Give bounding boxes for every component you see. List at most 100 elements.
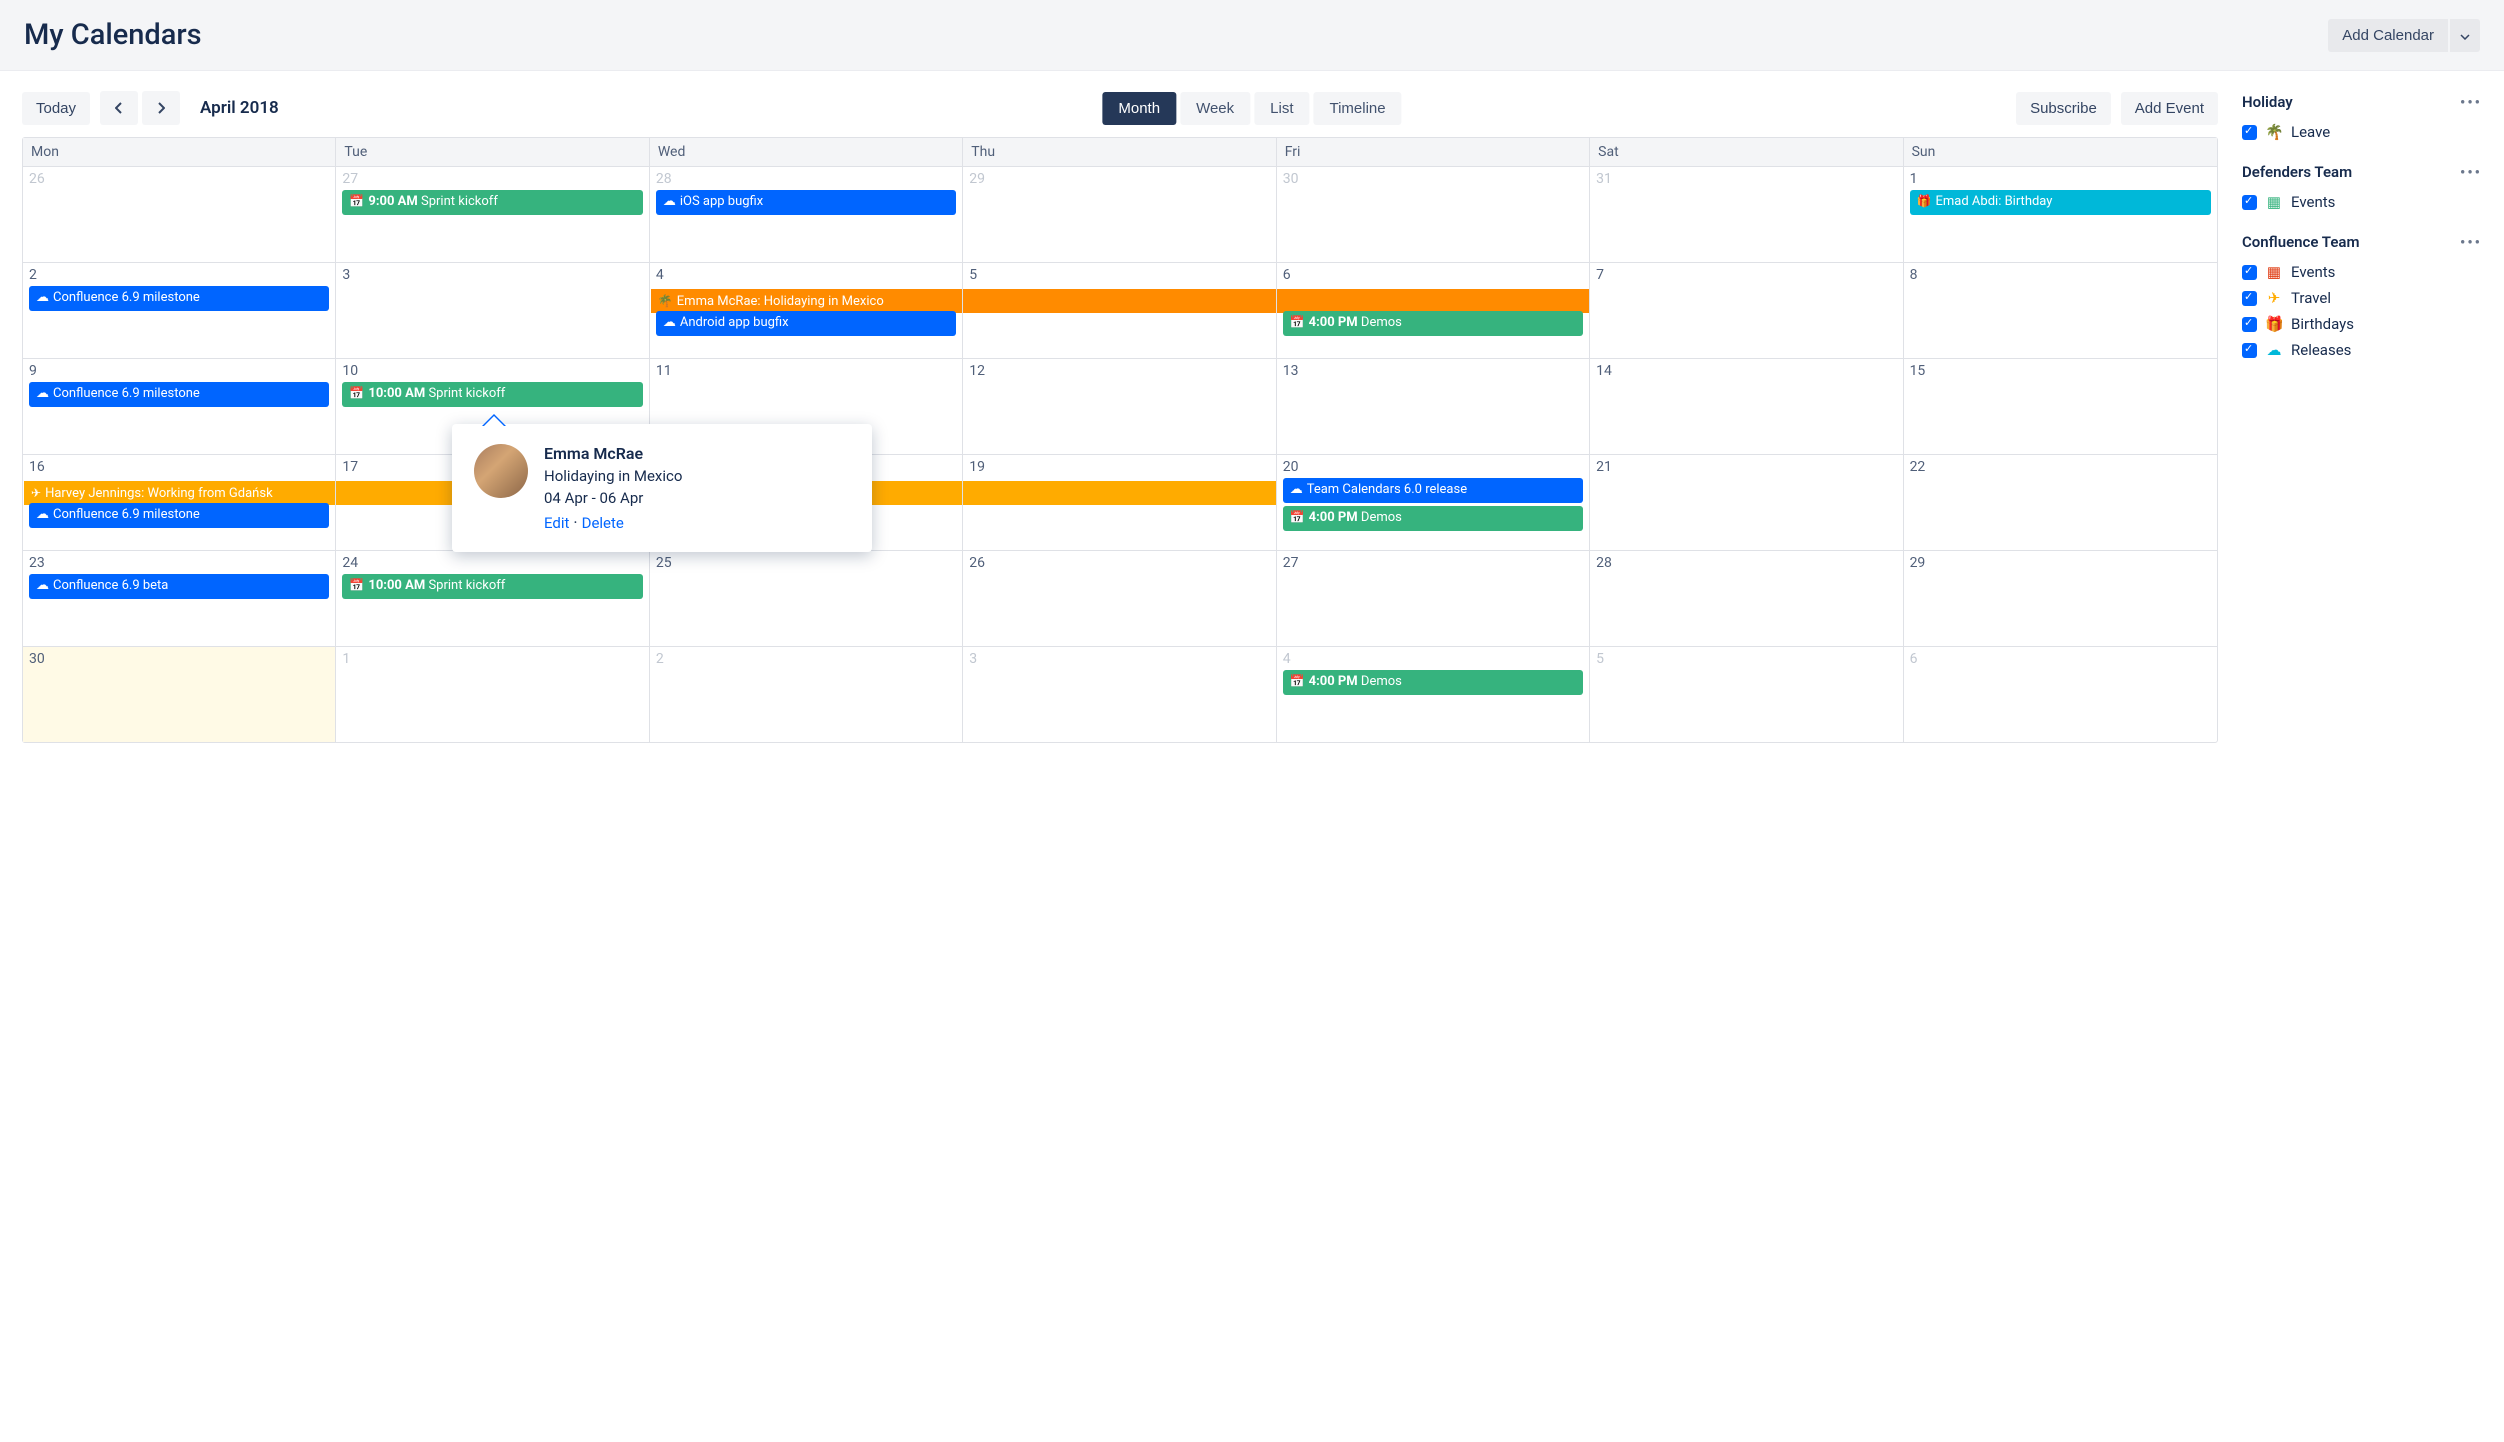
checkbox[interactable]	[2242, 125, 2257, 140]
calendar-event[interactable]: Android app bugfix	[656, 311, 956, 336]
day-cell[interactable]: 3	[336, 263, 649, 358]
day-cell[interactable]: 31	[1590, 167, 1903, 262]
sidebar: Holiday•••🌴LeaveDefenders Team•••▦Events…	[2242, 91, 2482, 743]
day-cell[interactable]: 28	[1590, 551, 1903, 646]
day-number: 3	[969, 651, 1269, 667]
view-tab-month[interactable]: Month	[1102, 92, 1176, 125]
calendar-item[interactable]: ✈Travel	[2242, 285, 2482, 311]
day-cell[interactable]: 2Confluence 6.9 milestone	[23, 263, 336, 358]
more-icon[interactable]: •••	[2460, 163, 2482, 181]
day-cell[interactable]: 3	[963, 647, 1276, 742]
day-number: 31	[1596, 171, 1896, 187]
day-cell[interactable]: 25	[650, 551, 963, 646]
calendar-event[interactable]: 10:00 AM Sprint kickoff	[342, 574, 642, 599]
calendar-type-icon: ▦	[2265, 263, 2283, 281]
view-tabs: MonthWeekListTimeline	[1100, 92, 1403, 125]
day-cell[interactable]: 2410:00 AM Sprint kickoff	[336, 551, 649, 646]
day-number: 22	[1910, 459, 2211, 475]
day-cell[interactable]: 14	[1590, 359, 1903, 454]
day-header: Mon	[23, 138, 336, 166]
day-header: Tue	[336, 138, 649, 166]
checkbox[interactable]	[2242, 317, 2257, 332]
day-cell[interactable]: 20Team Calendars 6.0 release4:00 PM Demo…	[1277, 455, 1590, 550]
view-tab-list[interactable]: List	[1254, 92, 1309, 125]
prev-button[interactable]	[100, 91, 138, 125]
day-number: 1	[1910, 171, 2211, 187]
checkbox[interactable]	[2242, 291, 2257, 306]
checkbox[interactable]	[2242, 343, 2257, 358]
day-cell[interactable]: 13	[1277, 359, 1590, 454]
add-calendar-button[interactable]: Add Calendar	[2328, 19, 2448, 52]
day-cell[interactable]: 23 Confluence 6.9 beta	[23, 551, 336, 646]
day-cell[interactable]: 1 Emad Abdi: Birthday	[1904, 167, 2217, 262]
day-cell[interactable]: 29	[963, 167, 1276, 262]
day-cell[interactable]: 16Confluence 6.9 milestone	[23, 455, 336, 550]
popover-delete-link[interactable]: Delete	[582, 514, 624, 532]
day-number: 26	[29, 171, 329, 187]
day-cell[interactable]: 22	[1904, 455, 2217, 550]
add-event-button[interactable]: Add Event	[2121, 92, 2218, 125]
calendar-item[interactable]: ☁Releases	[2242, 337, 2482, 363]
day-cell[interactable]: 26	[963, 551, 1276, 646]
calendar-item[interactable]: 🎁Birthdays	[2242, 311, 2482, 337]
day-cell[interactable]: 4Android app bugfix	[650, 263, 963, 358]
day-cell[interactable]: 1	[336, 647, 649, 742]
view-tab-week[interactable]: Week	[1180, 92, 1250, 125]
day-cell[interactable]: 6 4:00 PM Demos	[1277, 263, 1590, 358]
popover-edit-link[interactable]: Edit	[544, 514, 569, 532]
day-cell[interactable]: 7	[1590, 263, 1903, 358]
calendar-event[interactable]: Emad Abdi: Birthday	[1910, 190, 2211, 215]
calendar-item[interactable]: ▦ Events	[2242, 259, 2482, 285]
day-cell[interactable]: 26	[23, 167, 336, 262]
day-cell[interactable]: 2	[650, 647, 963, 742]
day-cell[interactable]: 9Confluence 6.9 milestone	[23, 359, 336, 454]
day-cell[interactable]: 5	[1590, 647, 1903, 742]
day-cell[interactable]: 30	[23, 647, 336, 742]
calendar-item[interactable]: ▦Events	[2242, 189, 2482, 215]
calendar-event[interactable]: 10:00 AM Sprint kickoff	[342, 382, 642, 407]
next-button[interactable]	[142, 91, 180, 125]
day-cell[interactable]: 27	[1277, 551, 1590, 646]
calendar-group-header: Holiday •••	[2242, 93, 2482, 111]
avatar	[474, 444, 528, 498]
checkbox[interactable]	[2242, 265, 2257, 280]
day-cell[interactable]: 29	[1904, 551, 2217, 646]
calendar-item-label: Events	[2291, 263, 2335, 281]
calendar-event[interactable]: 9:00 AM Sprint kickoff	[342, 190, 642, 215]
checkbox[interactable]	[2242, 195, 2257, 210]
day-number: 2	[656, 651, 956, 667]
calendar-item-label: Events	[2291, 193, 2335, 211]
day-cell[interactable]: 44:00 PM Demos	[1277, 647, 1590, 742]
chevron-down-icon	[2460, 34, 2470, 40]
day-number: 23	[29, 555, 329, 571]
add-calendar-group: Add Calendar	[2328, 19, 2480, 52]
calendar-event[interactable]: Team Calendars 6.0 release	[1283, 478, 1583, 503]
subscribe-button[interactable]: Subscribe	[2016, 92, 2111, 125]
day-number: 6	[1283, 267, 1583, 283]
day-cell[interactable]: 15	[1904, 359, 2217, 454]
more-icon[interactable]: •••	[2460, 233, 2482, 251]
calendar-event[interactable]: Confluence 6.9 milestone	[29, 503, 329, 528]
day-cell[interactable]: 19	[963, 455, 1276, 550]
today-button[interactable]: Today	[22, 92, 90, 125]
day-cell[interactable]: 21	[1590, 455, 1903, 550]
calendar-event[interactable]: Confluence 6.9 beta	[29, 574, 329, 599]
day-cell[interactable]: 28iOS app bugfix	[650, 167, 963, 262]
calendar-event[interactable]: Confluence 6.9 milestone	[29, 382, 329, 407]
view-tab-timeline[interactable]: Timeline	[1313, 92, 1401, 125]
calendar-item[interactable]: 🌴Leave	[2242, 119, 2482, 145]
day-cell[interactable]: 30	[1277, 167, 1590, 262]
calendar-group-title: Holiday	[2242, 93, 2293, 111]
add-calendar-dropdown[interactable]	[2450, 19, 2480, 52]
day-cell[interactable]: 279:00 AM Sprint kickoff	[336, 167, 649, 262]
day-cell[interactable]: 12	[963, 359, 1276, 454]
day-cell[interactable]: 5	[963, 263, 1276, 358]
calendar-event[interactable]: 4:00 PM Demos	[1283, 670, 1583, 695]
calendar-event[interactable]: 4:00 PM Demos	[1283, 506, 1583, 531]
calendar-event[interactable]: 4:00 PM Demos	[1283, 311, 1583, 336]
calendar-event[interactable]: Confluence 6.9 milestone	[29, 286, 329, 311]
calendar-event[interactable]: iOS app bugfix	[656, 190, 956, 215]
day-cell[interactable]: 8	[1904, 263, 2217, 358]
more-icon[interactable]: •••	[2460, 93, 2482, 111]
day-cell[interactable]: 6	[1904, 647, 2217, 742]
